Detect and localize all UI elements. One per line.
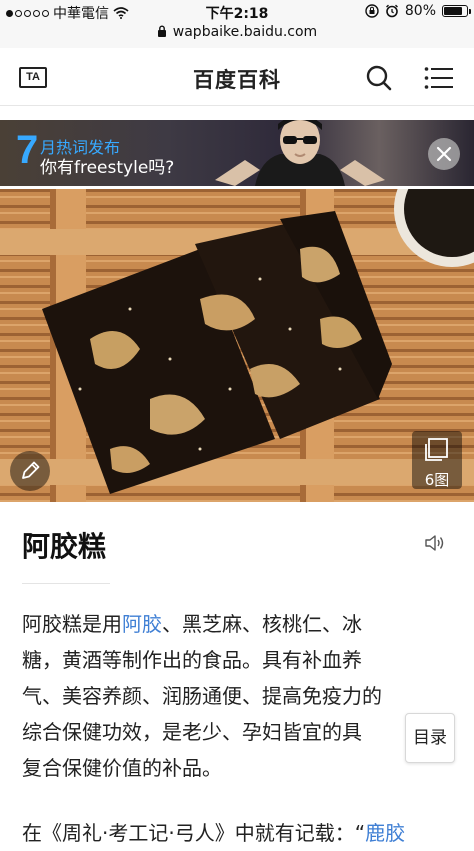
- url-text: wapbaike.baidu.com: [172, 24, 318, 40]
- status-right: 80%: [365, 3, 471, 19]
- battery-icon: [442, 5, 471, 17]
- edit-button[interactable]: [10, 451, 50, 491]
- toc-button[interactable]: 目录: [405, 713, 455, 763]
- speaker-icon[interactable]: [424, 533, 446, 553]
- summary-text: 阿胶糕是用: [22, 612, 122, 636]
- summary-text: 、黑芝麻、核桃仁、冰: [162, 612, 362, 636]
- summary-line-1: 阿胶糕是用阿胶、黑芝麻、核桃仁、冰: [22, 606, 442, 642]
- ejiao-cake-photo: [0, 189, 474, 502]
- alarm-icon: [385, 4, 398, 18]
- lujiao-link[interactable]: 鹿胶: [365, 821, 405, 845]
- gallery-button[interactable]: 6图: [412, 431, 462, 489]
- ejiao-link[interactable]: 阿胶: [122, 612, 162, 636]
- pencil-icon: [22, 461, 40, 479]
- title-divider: [22, 583, 110, 584]
- search-icon[interactable]: [365, 64, 393, 92]
- battery-percent: 80%: [404, 3, 436, 19]
- gallery-count: 6图: [424, 471, 450, 489]
- banner-headline: 你有freestyle吗?: [40, 158, 175, 178]
- banner-number: 7: [16, 128, 39, 172]
- summary-line-2: 糖，黄酒等制作出的食品。具有补血养: [22, 648, 362, 672]
- status-bar: 中華電信 下午2:18 80%: [0, 0, 474, 24]
- app-header: TA 百度百科: [0, 48, 474, 106]
- lock-icon: [157, 25, 166, 37]
- battery-level: [444, 7, 462, 15]
- banner-close-button[interactable]: [428, 138, 460, 170]
- banner-person-image: [215, 120, 385, 186]
- summary-line-4: 综合保健功效，是老少、孕妇皆宜的具: [22, 720, 362, 744]
- summary-line-5: 复合保健价值的补品。: [22, 756, 222, 780]
- history-paragraph: 在《周礼·考工记·弓人》中就有记载：“鹿胶: [22, 815, 442, 851]
- app-title: 百度百科: [193, 68, 281, 92]
- summary-paragraph: 阿胶糕是用阿胶、黑芝麻、核桃仁、冰 糖，黄酒等制作出的食品。具有补血养 气、美容…: [22, 606, 442, 786]
- promo-banner[interactable]: 7 月热词发布 你有freestyle吗?: [0, 120, 474, 186]
- close-icon: [436, 146, 452, 162]
- menu-icon[interactable]: [424, 66, 454, 90]
- entry-title: 阿胶糕: [22, 530, 107, 563]
- hero-image[interactable]: [0, 189, 474, 502]
- summary-line-3: 气、美容养颜、润肠通便、提高免疫力的: [22, 684, 382, 708]
- gallery-icon: [425, 438, 448, 461]
- history-text: 在《周礼·考工记·弓人》中就有记载：“: [22, 821, 366, 845]
- url-bar[interactable]: wapbaike.baidu.com: [0, 24, 474, 48]
- rotation-lock-icon: [365, 4, 379, 18]
